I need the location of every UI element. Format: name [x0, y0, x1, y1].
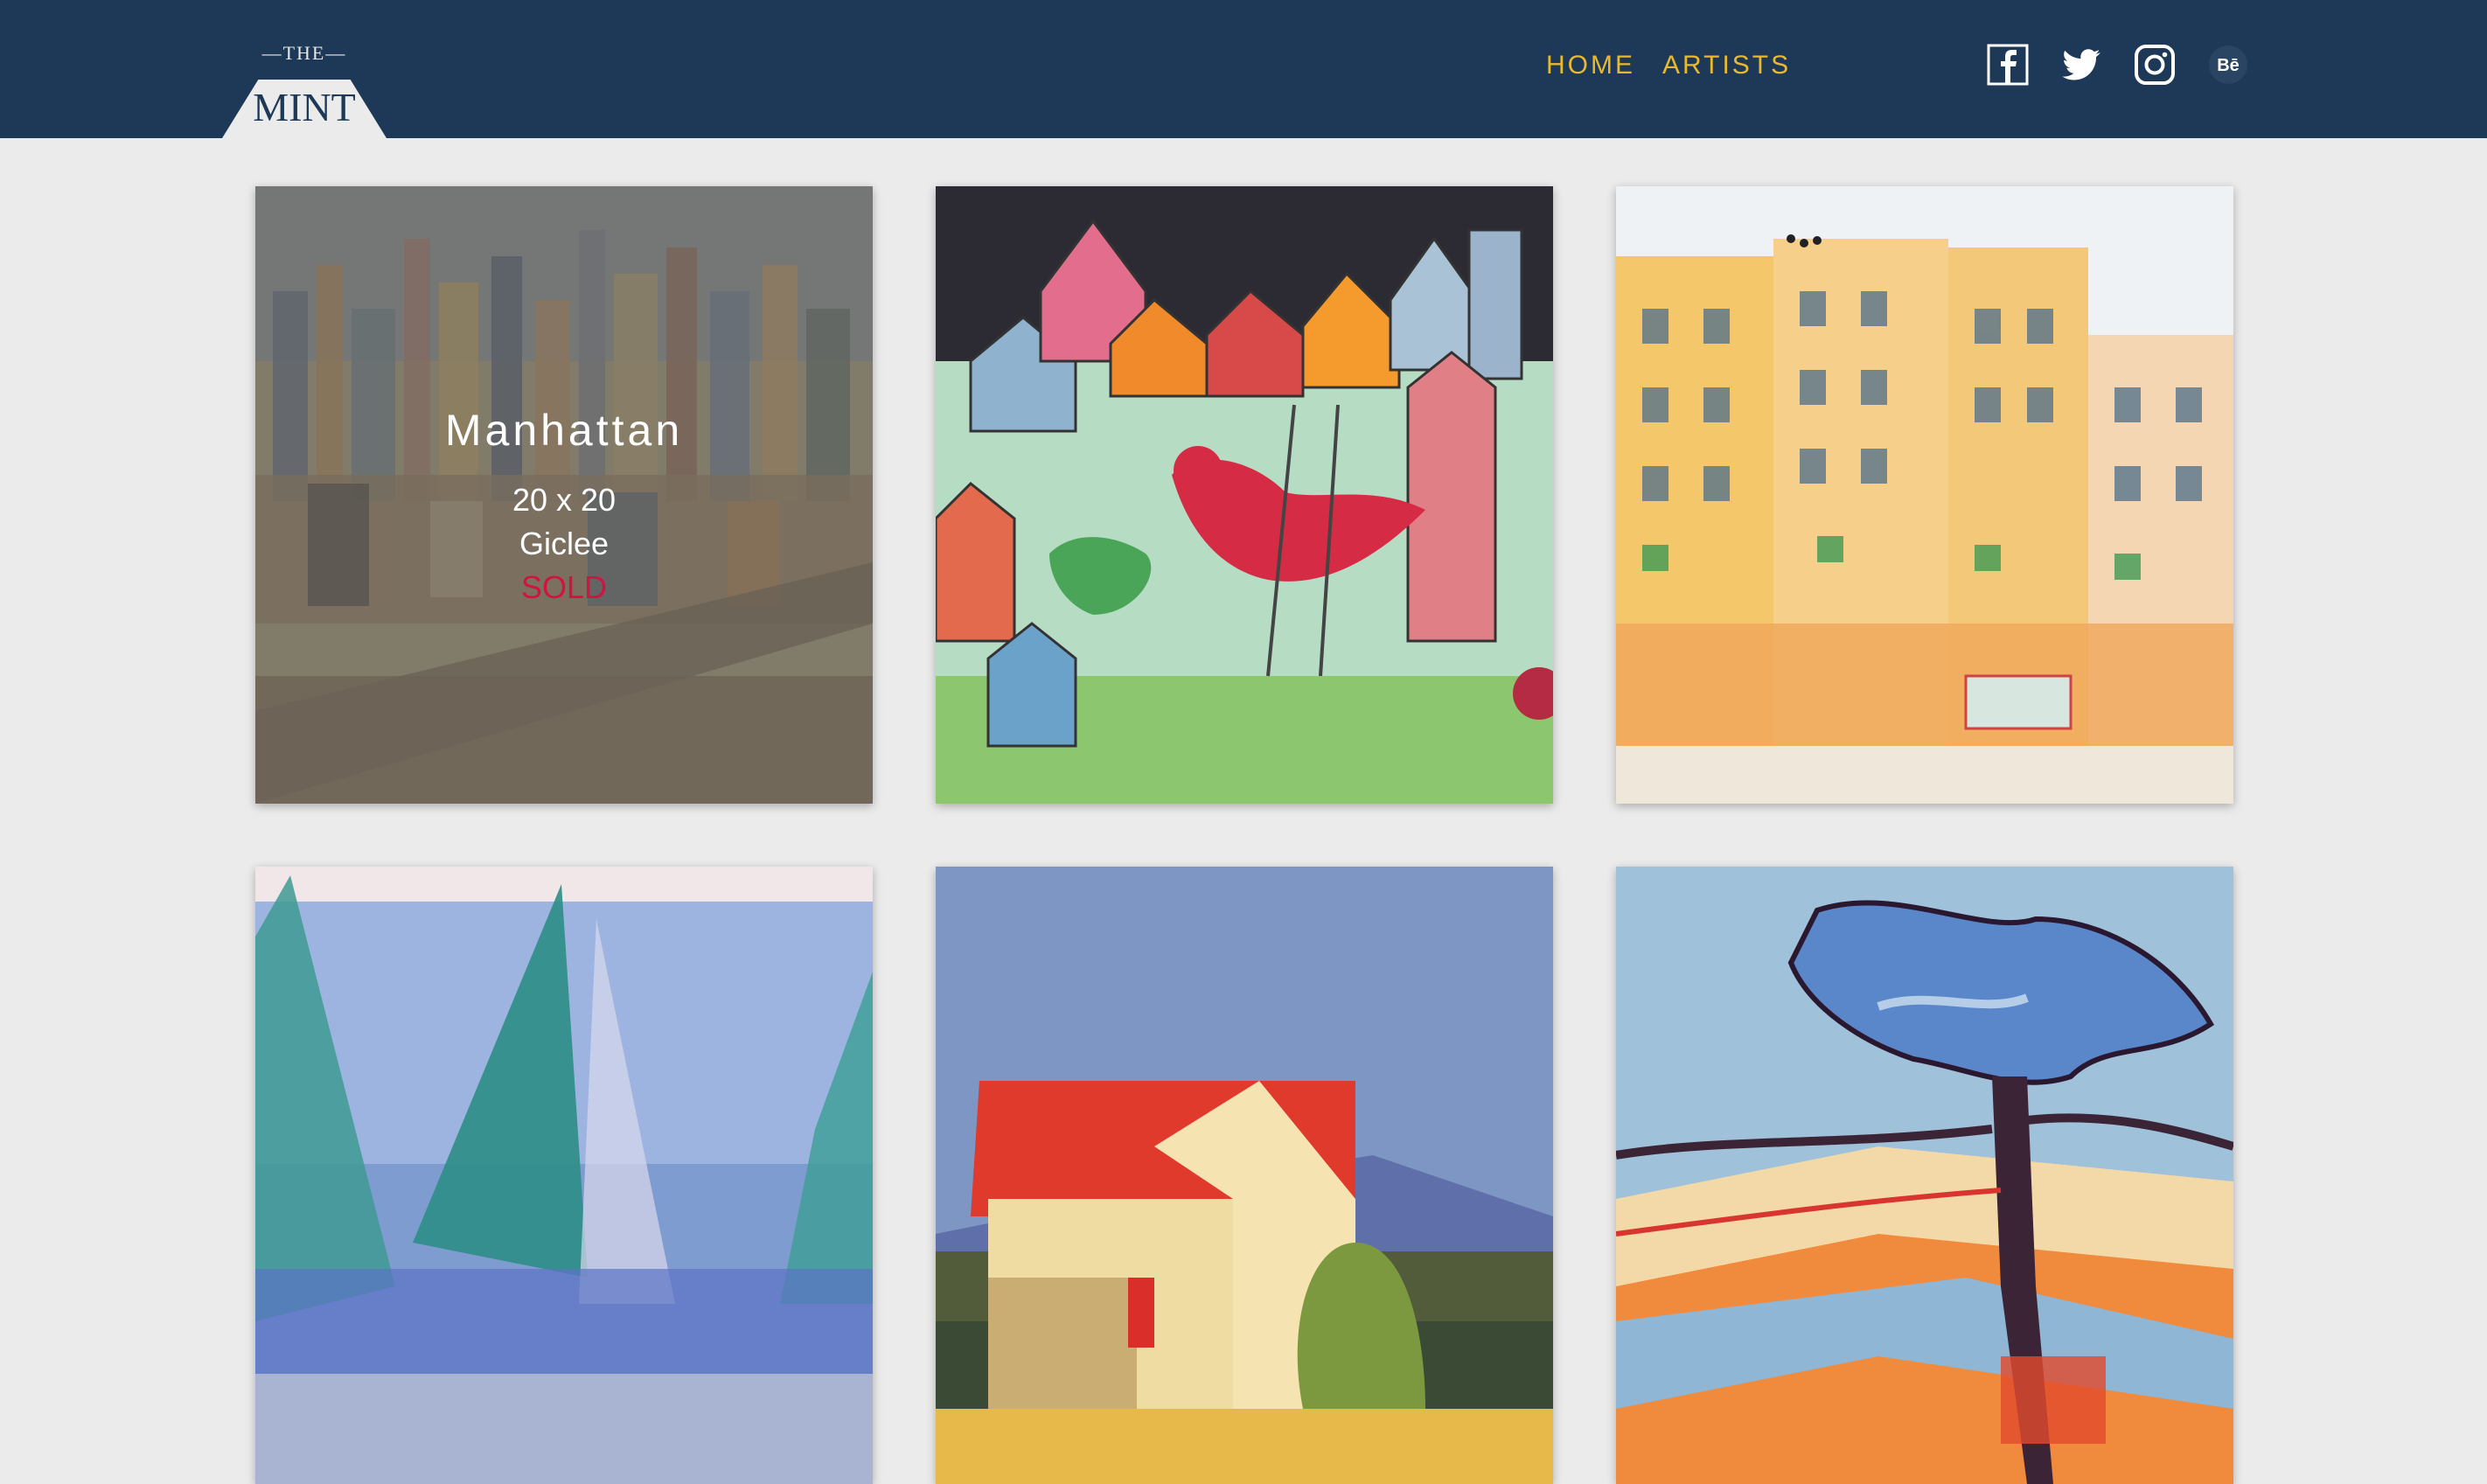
artwork-size: 20 x 20 [512, 482, 617, 518]
birds-houses-painting [936, 186, 1553, 804]
artwork-status-badge: SOLD [520, 569, 608, 605]
facebook-icon[interactable] [1987, 44, 2029, 86]
artwork-tile-manhattan[interactable]: Manhattan 20 x 20 Giclee SOLD [255, 186, 873, 804]
paris-facades-painting [1616, 186, 2233, 804]
artwork-title: Manhattan [444, 406, 684, 455]
sailboats-painting [255, 867, 873, 1484]
artwork-tile-red-roof-house[interactable] [936, 867, 1553, 1484]
behance-icon[interactable]: Bē [2207, 44, 2249, 86]
instagram-icon[interactable] [2134, 44, 2176, 86]
nav-artists-link[interactable]: ARTISTS [1662, 51, 1791, 80]
artwork-medium: Giclee [519, 526, 610, 561]
pine-tree-painting [1616, 867, 2233, 1484]
twitter-icon[interactable] [2060, 44, 2102, 86]
red-roof-house-painting [936, 867, 1553, 1484]
site-header: —THE— MINT HOME ARTISTS Bē [0, 0, 2487, 138]
svg-text:Bē: Bē [2217, 56, 2240, 75]
logo-the-text: —THE— [261, 42, 347, 64]
artwork-tile-sailboats[interactable] [255, 867, 873, 1484]
logo-mint-text: MINT [253, 85, 356, 129]
artwork-tile-paris-facades[interactable] [1616, 186, 2233, 804]
nav-home-link[interactable]: HOME [1546, 51, 1635, 80]
site-logo[interactable]: —THE— MINT [222, 33, 387, 138]
artwork-tile-birds-and-houses[interactable] [936, 186, 1553, 804]
artwork-tile-pine-tree[interactable] [1616, 867, 2233, 1484]
artwork-info-overlay: Manhattan 20 x 20 Giclee SOLD [255, 186, 873, 804]
